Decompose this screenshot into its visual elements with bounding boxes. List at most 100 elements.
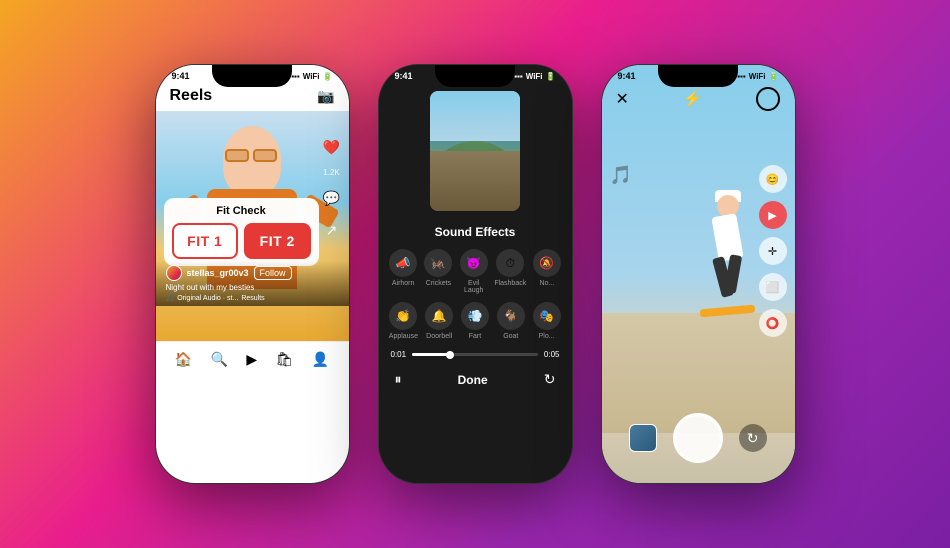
user-bar: stellas_gr00v3 Follow Night out with my …: [156, 261, 349, 306]
sound-fart[interactable]: 💨 Fart: [460, 302, 490, 340]
status-icons-3: ▪▪▪ WiFi 🔋: [737, 72, 778, 81]
sound-airhorn[interactable]: 📣 Airhorn: [389, 249, 418, 294]
battery-icon-3: 🔋: [769, 72, 779, 81]
search-nav[interactable]: 🔍: [211, 351, 228, 368]
like-count: 1.2K: [323, 168, 339, 177]
reels-nav[interactable]: ▶: [246, 351, 257, 368]
crickets-label: Crickets: [426, 280, 451, 287]
battery-icon: 🔋: [323, 72, 333, 81]
emoji-tool-1[interactable]: 😊: [759, 165, 787, 193]
shop-nav[interactable]: 🛍: [276, 351, 294, 368]
status-bar-3: 9:41 ▪▪▪ WiFi 🔋: [602, 65, 795, 83]
sound-grid-row2: 👏 Applause 🔔 Doorbell 💨 Fart 🐐 Goat 🎭 Pl…: [379, 298, 572, 344]
home-nav[interactable]: 🏠: [175, 351, 192, 368]
done-button[interactable]: Done: [458, 373, 488, 387]
reels-content: Fit Check FIT 1 FIT 2 ❤️ 1.2K 💬 ↗ stella…: [156, 111, 349, 341]
username: stellas_gr00v3: [187, 268, 249, 278]
goat-label: Goat: [503, 333, 518, 340]
move-tool[interactable]: ✛: [759, 237, 787, 265]
circle-tool[interactable]: ⭕: [759, 309, 787, 337]
caption: Night out with my besties: [166, 283, 339, 292]
doorbell-label: Doorbell: [426, 333, 452, 340]
pause-icon[interactable]: ⏸: [395, 371, 402, 388]
status-bar-2: 9:41 ▪▪▪ WiFi 🔋: [379, 65, 572, 83]
sound-goat[interactable]: 🐐 Goat: [496, 302, 526, 340]
wifi-icon: WiFi: [303, 72, 320, 81]
capture-button[interactable]: [673, 413, 723, 463]
audio-text: Original Audio · st...: [177, 295, 238, 302]
camera-screen: ✕ ⚡ 🎵 😊 ▶ ✛ ⬜ ⭕ ↻: [602, 65, 795, 483]
square-tool[interactable]: ⬜: [759, 273, 787, 301]
reels-title: Reels: [170, 87, 213, 105]
skater-body: [711, 213, 743, 262]
comment-icon[interactable]: 💬: [321, 187, 343, 209]
progress-thumb: [446, 351, 454, 359]
time-3: 9:41: [618, 71, 636, 81]
audio-bar: 🎵 Original Audio · st... Results: [166, 294, 339, 302]
no-label: No...: [539, 280, 554, 287]
sound-grid-row1: 📣 Airhorn 🦗 Crickets 😈 Evil Laugh ⏱ Flas…: [379, 245, 572, 298]
fart-label: Fart: [469, 333, 481, 340]
wifi-icon-3: WiFi: [749, 72, 766, 81]
music-note-icon: 🎵: [610, 165, 632, 185]
flip-camera-icon[interactable]: ↻: [739, 424, 767, 452]
plot-icon: 🎭: [533, 302, 561, 330]
fit-btn-2[interactable]: FIT 2: [244, 223, 311, 259]
heart-icon[interactable]: ❤️: [321, 136, 343, 158]
evil-laugh-label: Evil Laugh: [459, 280, 488, 294]
fit-buttons[interactable]: FIT 1 FIT 2: [172, 223, 311, 259]
progress-track[interactable]: [412, 353, 538, 356]
crickets-icon: 🦗: [424, 249, 452, 277]
applause-label: Applause: [389, 333, 418, 340]
profile-nav[interactable]: 👤: [312, 351, 329, 368]
emoji-tool-2[interactable]: ▶: [759, 201, 787, 229]
skater-figure: [695, 185, 765, 315]
camera-bottom: ↻: [602, 413, 795, 463]
sound-doorbell[interactable]: 🔔 Doorbell: [424, 302, 454, 340]
fit-check-title: Fit Check: [172, 205, 311, 217]
sound-effects-title: Sound Effects: [379, 225, 572, 239]
time-1: 9:41: [172, 71, 190, 81]
wifi-icon-2: WiFi: [526, 72, 543, 81]
camera-icon[interactable]: 📷: [317, 88, 334, 105]
user-info: stellas_gr00v3 Follow: [166, 265, 339, 281]
progress-area: 0:01 0:05: [379, 344, 572, 365]
nav-bar: 🏠 🔍 ▶ 🛍 👤: [156, 341, 349, 376]
gallery-thumbnail[interactable]: [629, 424, 657, 452]
airhorn-label: Airhorn: [392, 280, 415, 287]
follow-button[interactable]: Follow: [254, 266, 292, 280]
signal-icon: ▪▪▪: [291, 72, 300, 81]
refresh-icon[interactable]: ↻: [544, 371, 556, 388]
plot-label: Plo...: [539, 333, 555, 340]
sound-plot[interactable]: 🎭 Plo...: [532, 302, 562, 340]
reels-header: Reels 📷: [156, 83, 349, 111]
music-icon-area: 🎵: [610, 165, 632, 186]
sound-flashback[interactable]: ⏱ Flashback: [494, 249, 526, 294]
signal-icon-2: ▪▪▪: [514, 72, 523, 81]
fart-icon: 💨: [461, 302, 489, 330]
send-icon[interactable]: ↗: [321, 219, 343, 241]
battery-icon-2: 🔋: [546, 72, 556, 81]
time-start: 0:01: [391, 350, 407, 359]
goat-icon: 🐐: [497, 302, 525, 330]
time-end: 0:05: [544, 350, 560, 359]
flashback-label: Flashback: [494, 280, 526, 287]
phone-reels: 9:41 ▪▪▪ WiFi 🔋 Reels 📷: [155, 64, 350, 484]
status-bar-1: 9:41 ▪▪▪ WiFi 🔋: [156, 65, 349, 83]
status-icons-1: ▪▪▪ WiFi 🔋: [291, 72, 332, 81]
close-button[interactable]: ✕: [616, 89, 629, 109]
side-actions: ❤️ 1.2K 💬 ↗: [321, 136, 343, 241]
sound-evil-laugh[interactable]: 😈 Evil Laugh: [459, 249, 488, 294]
fit-btn-1[interactable]: FIT 1: [172, 223, 239, 259]
phone-sound-effects: 9:41 ▪▪▪ WiFi 🔋 Sound Effects 📣 Airhorn …: [378, 64, 573, 484]
sound-crickets[interactable]: 🦗 Crickets: [424, 249, 453, 294]
sound-no[interactable]: 🔕 No...: [532, 249, 561, 294]
options-button[interactable]: [756, 87, 780, 111]
fit-check-panel: Fit Check FIT 1 FIT 2: [164, 198, 319, 266]
phone-camera: 9:41 ▪▪▪ WiFi 🔋 ✕ ⚡ 🎵: [601, 64, 796, 484]
flash-icon[interactable]: ⚡: [683, 89, 703, 109]
controls-bar: ⏸ Done ↻: [379, 365, 572, 398]
sound-applause[interactable]: 👏 Applause: [389, 302, 419, 340]
sound-effects-screen: 9:41 ▪▪▪ WiFi 🔋 Sound Effects 📣 Airhorn …: [379, 65, 572, 483]
doorbell-icon: 🔔: [425, 302, 453, 330]
